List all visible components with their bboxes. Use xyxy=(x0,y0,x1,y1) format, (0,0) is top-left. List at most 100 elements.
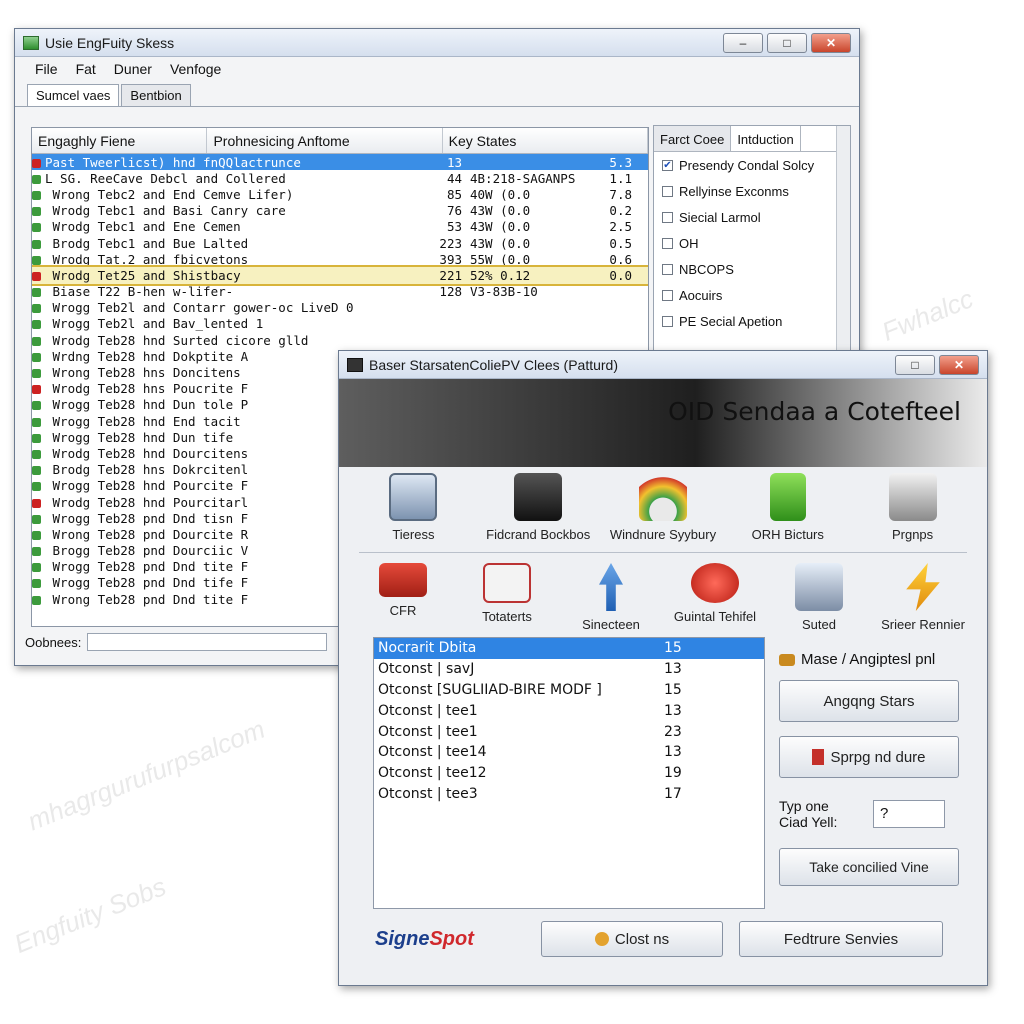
list-item[interactable]: Otconst | tee3 17 xyxy=(374,784,764,805)
node-icon xyxy=(32,369,41,379)
tree-row[interactable]: Wrodg Tet25 and Shistbacy 221 52% 0.12 0.0 xyxy=(32,265,648,286)
tree-row-score: 2.5 xyxy=(609,219,632,235)
tree-row-value: 13 xyxy=(446,154,462,170)
type-input[interactable]: ? xyxy=(873,800,945,828)
dialog-title: Baser StarsatenColiePV Clees (Patturd) xyxy=(369,356,618,373)
tool-tile[interactable]: Prgnps xyxy=(858,473,968,542)
close-ns-button[interactable]: Clost ns xyxy=(541,921,723,957)
tree-row-label: Wrong Teb28 pnd Dnd tite F xyxy=(45,591,249,607)
node-icon xyxy=(32,498,41,508)
checkbox[interactable] xyxy=(662,211,673,223)
tool-tile[interactable]: Sinecteen xyxy=(559,563,663,632)
tree-row[interactable]: Wrong Tebc2 and End Cemve Lifer) 85 40W (0… xyxy=(32,186,648,202)
checkbox[interactable]: ✔ xyxy=(662,159,673,171)
node-icon xyxy=(32,417,41,427)
tab-farct-coee[interactable]: Farct Coee xyxy=(654,126,732,151)
column-header-key-states[interactable]: Key States xyxy=(443,128,648,153)
mase-label-row: Mase / Angiptesl pnl xyxy=(779,651,959,668)
list-item-name: Otconst | tee3 xyxy=(378,785,478,802)
tree-row[interactable]: Brodg Tebc1 and Bue Lalted 223 43W (0.0 0.5 xyxy=(32,235,648,251)
chart-icon xyxy=(483,563,531,603)
tool-tile[interactable]: Guintal Tehifel xyxy=(663,563,767,632)
list-item[interactable]: Otconst | savJ 13 xyxy=(374,659,764,680)
checkbox[interactable] xyxy=(662,289,673,301)
tree-row[interactable]: Wrodg Tat.2 and fbicvetons 393 55W (0.0 0.6 xyxy=(32,251,648,267)
list-item-name: Otconst | tee12 xyxy=(378,765,487,782)
tree-row-code: 43W (0.0 xyxy=(470,203,531,219)
side-option[interactable]: OH xyxy=(654,230,850,256)
tree-row[interactable]: Wrogg Teb2l and Contarr gower-oc LiveD 0 xyxy=(32,300,648,316)
column-header-processing[interactable]: Prohnesicing Anftome xyxy=(207,128,443,153)
tool-tile[interactable]: Totaterts xyxy=(455,563,559,632)
angqng-stars-button[interactable]: Angqng Stars xyxy=(779,680,959,722)
tree-row-name: Wrong Tebc2 and End Cemve Lifer) xyxy=(32,187,402,202)
node-icon xyxy=(32,304,41,314)
maximize-button[interactable]: □ xyxy=(767,32,807,53)
list-item[interactable]: Nocrarit Dbita 15 xyxy=(374,638,764,659)
node-icon xyxy=(32,449,41,459)
tree-row[interactable]: Wrogg Teb2l and Bav_lented 1 xyxy=(32,316,648,332)
close-ns-label: Clost ns xyxy=(614,930,670,948)
list-item[interactable]: Otconst | tee12 19 xyxy=(374,763,764,784)
list-item[interactable]: Otconst | tee1 13 xyxy=(374,700,764,721)
logo-part-2: Spot xyxy=(429,927,474,950)
menu-venfoge[interactable]: Venfoge xyxy=(170,61,221,77)
tool-tile[interactable]: CFR xyxy=(351,563,455,632)
tree-row[interactable]: Past Tweerlicst) hnd fnQQlactrunce 13 5.3 xyxy=(32,154,648,171)
tree-row-score: 0.6 xyxy=(609,251,632,267)
tree-row-label: Biase T22 B-hen w-lifer- xyxy=(45,284,234,300)
tab-sumcel-vaes[interactable]: Sumcel vaes xyxy=(27,84,120,106)
checkbox[interactable] xyxy=(662,185,673,197)
tool-tile[interactable]: Tieress xyxy=(358,473,468,542)
tree-row-name: Wrodg Tebc1 and Ene Cemen xyxy=(32,219,402,234)
tab-bentbion[interactable]: Bentbion xyxy=(121,84,191,106)
tool-tile[interactable]: Suted xyxy=(767,563,871,632)
tree-row[interactable]: Wrodg Tebc1 and Ene Cemen 53 43W (0.0 2.5 xyxy=(32,219,648,235)
tool-tile-label: Prgnps xyxy=(891,527,934,542)
menu-fat[interactable]: Fat xyxy=(76,61,96,77)
tool-tile[interactable]: Fidcrand Bockbos xyxy=(483,473,593,542)
minimize-button[interactable]: – xyxy=(723,32,763,53)
tree-row[interactable]: Biase T22 B-hen w-lifer- 128 V3-83B-10 xyxy=(32,284,648,300)
node-icon xyxy=(32,320,41,330)
side-option[interactable]: Rellyinse Exconms xyxy=(654,178,850,204)
tree-row-label: Wrong Teb28 hns Doncitens xyxy=(45,365,241,381)
tree-row-code: 43W (0.0 xyxy=(470,235,531,251)
list-item-value: 17 xyxy=(664,785,682,802)
side-scrollbar[interactable] xyxy=(836,126,850,374)
close-button[interactable]: ✕ xyxy=(811,32,851,53)
tree-row[interactable]: Wrodg Tebc1 and Basi Canry care 76 43W (0.… xyxy=(32,203,648,219)
status-field[interactable] xyxy=(87,633,328,651)
tree-row[interactable]: Wrodg Teb28 hnd Surted cicore glld xyxy=(32,332,648,348)
sprpg-button[interactable]: Sprpg nd dure xyxy=(779,736,959,778)
tree-row-label: Wrong Tebc2 and End Cemve Lifer) xyxy=(45,186,294,202)
node-icon xyxy=(32,255,41,265)
side-option[interactable]: NBCOPS xyxy=(654,256,850,282)
tool-tile[interactable]: ORH Bicturs xyxy=(733,473,843,542)
column-header-name[interactable]: Engaghly Fiene xyxy=(32,128,208,153)
checkbox[interactable] xyxy=(662,237,673,249)
tool-tile[interactable]: Srieer Rennier xyxy=(871,563,975,632)
dialog-close-button[interactable]: ✕ xyxy=(939,354,979,375)
side-option[interactable]: Siecial Larmol xyxy=(654,204,850,230)
tab-intduction[interactable]: Intduction xyxy=(731,126,801,151)
tree-row-value: 223 xyxy=(439,235,462,251)
side-option[interactable]: PE Secial Apetion xyxy=(654,308,850,334)
menu-file[interactable]: File xyxy=(35,61,58,77)
tool-icons-row-1: Tieress Fidcrand Bockbos Windnure Syybury O… xyxy=(339,467,987,548)
list-item[interactable]: Otconst [SUGLIIAD-BIRE MODF ] 15 xyxy=(374,680,764,701)
tool-tile[interactable]: Windnure Syybury xyxy=(608,473,718,542)
tree-row[interactable]: L SG. ReeCave Debcl and Collered 44 4B:218… xyxy=(32,170,648,186)
dialog-minimize-button[interactable]: □ xyxy=(895,354,935,375)
take-concilied-button[interactable]: Take concilied Vine xyxy=(779,848,959,886)
side-option[interactable]: Aocuirs xyxy=(654,282,850,308)
list-item[interactable]: Otconst | tee14 13 xyxy=(374,742,764,763)
feature-services-button[interactable]: Fedtrure Senvies xyxy=(739,921,943,957)
checkbox[interactable] xyxy=(662,263,673,275)
side-option[interactable]: ✔ Presendy Condal Solcy xyxy=(654,152,850,178)
app-icon xyxy=(23,35,39,50)
list-item[interactable]: Otconst | tee1 23 xyxy=(374,721,764,742)
checkbox[interactable] xyxy=(662,315,673,327)
menu-duner[interactable]: Duner xyxy=(114,61,152,77)
gear-icon xyxy=(594,932,609,946)
